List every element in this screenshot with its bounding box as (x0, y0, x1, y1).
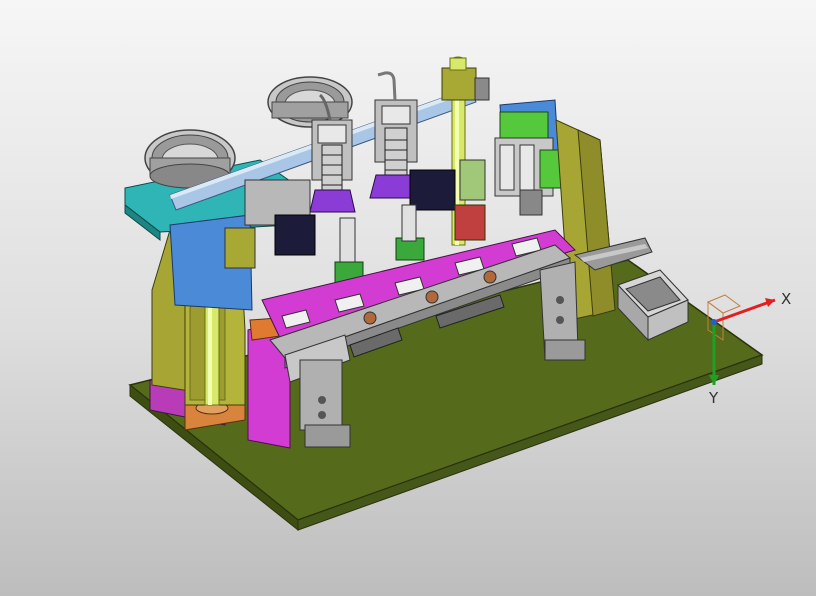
x-axis-label: X (781, 290, 792, 308)
y-axis-label: Y (709, 389, 719, 407)
x-axis-arrow (713, 298, 776, 324)
cad-viewport[interactable]: X Y (0, 0, 816, 596)
machine-assembly-model[interactable] (0, 0, 816, 596)
